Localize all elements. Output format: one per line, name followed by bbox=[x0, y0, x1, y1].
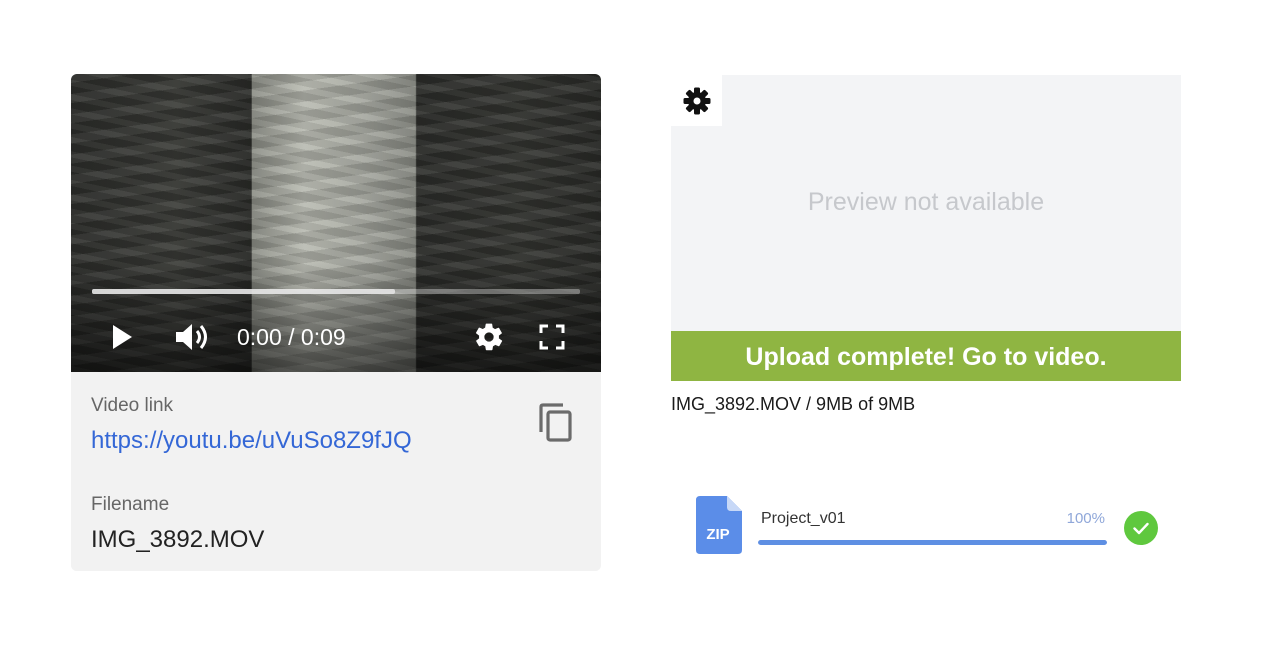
preview-settings-button[interactable] bbox=[671, 75, 722, 126]
video-seek-bar[interactable] bbox=[92, 289, 580, 294]
file-progress-percent: 100% bbox=[1066, 510, 1105, 527]
zip-badge-text: ZIP bbox=[706, 526, 729, 543]
video-seek-progress bbox=[92, 289, 395, 294]
copy-link-button[interactable] bbox=[537, 402, 577, 444]
file-progress-fill bbox=[758, 540, 1107, 545]
play-button[interactable] bbox=[109, 322, 135, 352]
video-settings-button[interactable] bbox=[472, 320, 506, 354]
file-progress-name: Project_v01 bbox=[761, 510, 846, 527]
volume-icon bbox=[176, 324, 207, 350]
video-player[interactable]: 0:00 / 0:09 bbox=[71, 74, 601, 372]
check-circle-icon bbox=[1124, 511, 1158, 545]
filename-value: IMG_3892.MOV bbox=[91, 526, 265, 553]
video-controls-shade bbox=[71, 262, 601, 372]
preview-unavailable-text: Preview not available bbox=[807, 188, 1045, 216]
copy-icon bbox=[539, 403, 572, 442]
upload-complete-banner[interactable]: Upload complete! Go to video. bbox=[671, 331, 1181, 381]
settings-icon bbox=[475, 323, 503, 351]
fullscreen-icon bbox=[539, 324, 565, 350]
video-link[interactable]: https://youtu.be/uVuSo8Z9fJQ bbox=[91, 427, 412, 455]
upload-preview: Preview not available bbox=[671, 75, 1181, 331]
zip-file-icon: ZIP bbox=[696, 496, 742, 554]
play-icon bbox=[113, 325, 132, 349]
video-time-display: 0:00 / 0:09 bbox=[237, 324, 346, 350]
gear-icon bbox=[683, 87, 710, 114]
file-progress-bar bbox=[758, 540, 1107, 545]
video-info-panel: Video link https://youtu.be/uVuSo8Z9fJQ … bbox=[71, 372, 601, 571]
volume-button[interactable] bbox=[175, 320, 211, 354]
video-link-label: Video link bbox=[91, 395, 174, 416]
upload-status-text: IMG_3892.MOV / 9MB of 9MB bbox=[671, 394, 916, 414]
video-card: 0:00 / 0:09 Video link https://youtu.be/… bbox=[71, 74, 601, 571]
filename-label: Filename bbox=[91, 494, 170, 515]
fullscreen-button[interactable] bbox=[538, 323, 566, 351]
